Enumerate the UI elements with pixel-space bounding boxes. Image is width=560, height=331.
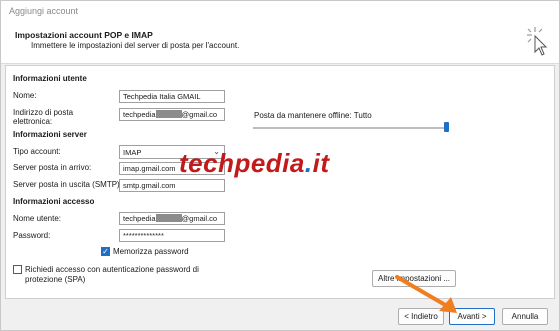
- dialog-header: Impostazioni account POP e IMAP Immetter…: [1, 21, 559, 64]
- offline-label: Posta da mantenere offline: Tutto: [254, 111, 372, 121]
- cursor-sparkle-icon: [527, 27, 548, 56]
- add-account-window: Aggiungi account Impostazioni account PO…: [0, 0, 560, 331]
- header-title: Impostazioni account POP e IMAP: [15, 30, 153, 40]
- offline-value: Tutto: [353, 111, 372, 120]
- email-label-line2: elettronica:: [13, 117, 53, 126]
- redacted-block: [155, 110, 182, 118]
- name-field[interactable]: Techpedia Italia GMAIL: [119, 90, 225, 103]
- username-label: Nome utente:: [13, 214, 62, 223]
- account-type-label: Tipo account:: [13, 147, 61, 156]
- incoming-server-label: Server posta in arrivo:: [13, 163, 92, 172]
- watermark-logo: techpedia.it: [179, 148, 330, 179]
- cancel-button[interactable]: Annulla: [502, 308, 548, 325]
- email-prefix: techpedia: [123, 110, 156, 119]
- spa-checkbox[interactable]: [13, 265, 22, 274]
- window-title: Aggiungi account: [9, 6, 79, 16]
- username-field[interactable]: techpedia @gmail.co: [119, 212, 225, 225]
- section-user-info: Informazioni utente: [13, 74, 87, 83]
- username-suffix: @gmail.co: [181, 214, 218, 223]
- spa-label-line1: Richiedi accesso con autenticazione pass…: [25, 265, 199, 274]
- password-field[interactable]: **************: [119, 229, 225, 242]
- offline-slider-track[interactable]: [253, 127, 449, 129]
- section-login-info: Informazioni accesso: [13, 197, 95, 206]
- username-prefix: techpedia: [123, 214, 156, 223]
- account-type-value: IMAP: [123, 148, 142, 157]
- remember-password-checkbox[interactable]: ✓: [101, 247, 110, 256]
- watermark-main: techpedia: [179, 148, 305, 178]
- name-label: Nome:: [13, 91, 37, 100]
- offline-label-text: Posta da mantenere offline:: [254, 111, 352, 120]
- header-subtitle: Immettere le impostazioni del server di …: [31, 41, 240, 50]
- spa-label-line2: protezione (SPA): [25, 275, 86, 284]
- settings-panel: Informazioni utente Nome: Techpedia Ital…: [5, 65, 555, 299]
- watermark-dot: .: [304, 148, 313, 178]
- watermark-tld: it: [312, 148, 330, 178]
- pointer-arrow-icon: [395, 275, 457, 313]
- offline-slider-thumb[interactable]: [444, 122, 449, 132]
- email-suffix: @gmail.co: [181, 110, 218, 119]
- section-server-info: Informazioni server: [13, 130, 87, 139]
- redacted-block: [155, 214, 182, 222]
- password-label: Password:: [13, 231, 51, 240]
- email-field[interactable]: techpedia @gmail.co: [119, 108, 225, 121]
- outgoing-server-label: Server posta in uscita (SMTP):: [13, 180, 122, 189]
- outgoing-server-field[interactable]: smtp.gmail.com: [119, 179, 225, 192]
- remember-password-label: Memorizza password: [113, 247, 189, 256]
- title-bar: Aggiungi account: [1, 1, 559, 21]
